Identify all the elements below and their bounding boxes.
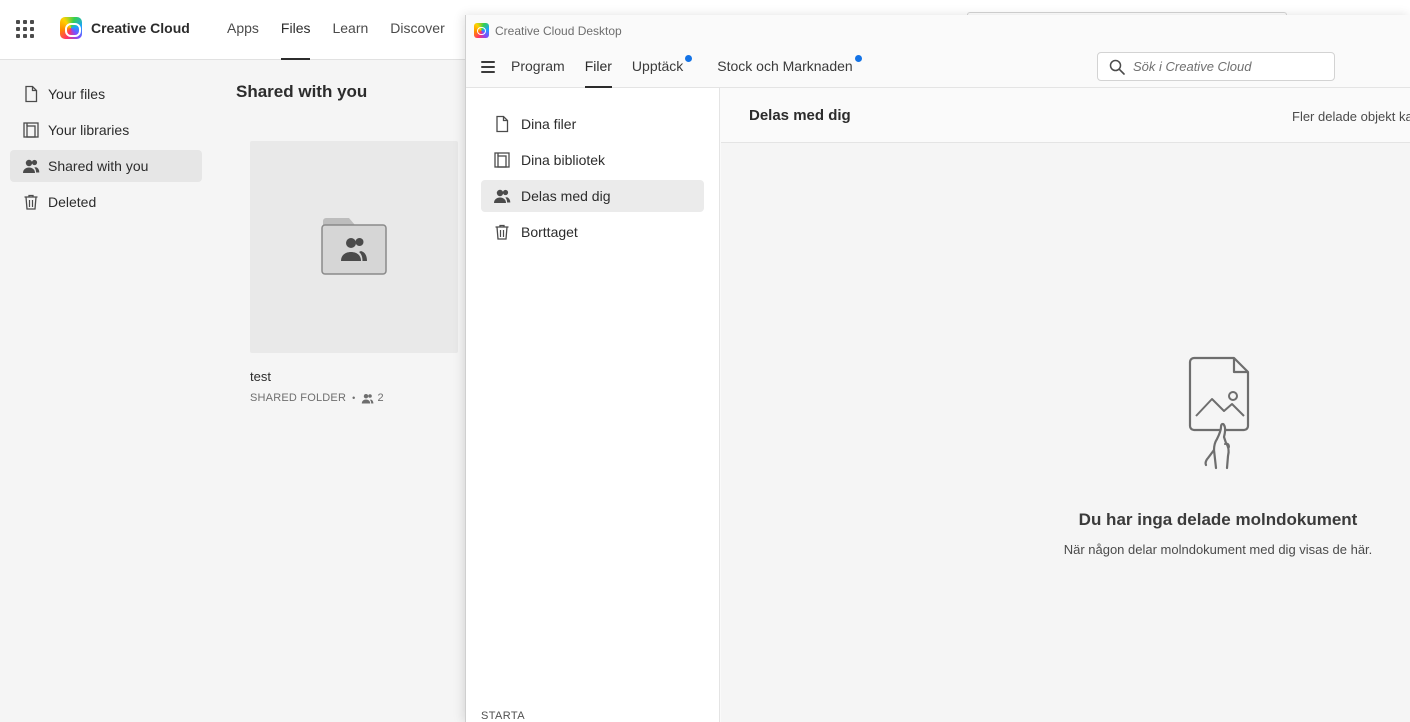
sidebar-item-dina-filer[interactable]: Dina filer [481, 108, 704, 140]
meta-separator: • [352, 393, 356, 403]
shared-folder-icon [321, 218, 387, 275]
web-sidebar-label: Shared with you [48, 158, 149, 174]
tab-label: Upptäck [631, 58, 684, 74]
tab-stock-och-marknaden[interactable]: Stock och Marknaden [717, 45, 862, 88]
search-icon [1109, 59, 1125, 75]
sidebar-section-starta: STARTA [481, 710, 525, 722]
notification-dot [854, 55, 862, 62]
desktop-tabs: Program Filer Upptäck Stock och Marknade… [511, 45, 887, 88]
search-input[interactable] [1133, 59, 1323, 74]
window-titlebar[interactable]: Creative Cloud Desktop [466, 15, 1410, 45]
web-sidebar-item-your-libraries[interactable]: Your libraries [10, 114, 202, 146]
tab-filer[interactable]: Filer [584, 45, 613, 88]
empty-state-subtitle: När någon delar molndokument med dig vis… [1063, 542, 1373, 557]
sidebar-item-dina-bibliotek[interactable]: Dina bibliotek [481, 144, 704, 176]
tab-label: Stock och Marknaden [717, 58, 853, 74]
trash-icon [22, 193, 40, 211]
nav-discover[interactable]: Discover [390, 0, 444, 60]
sidebar-label: Dina filer [521, 116, 577, 132]
sidebar-label: Delas med dig [521, 188, 611, 204]
sidebar-item-borttaget[interactable]: Borttaget [481, 216, 704, 248]
sidebar-item-delas-med-dig[interactable]: Delas med dig [481, 180, 704, 212]
nav-apps[interactable]: Apps [227, 0, 259, 60]
main-header: Delas med dig Fler delade objekt ka [721, 88, 1410, 143]
notification-dot [685, 55, 693, 62]
sidebar-label: Dina bibliotek [521, 152, 606, 168]
desktop-sidebar-list: Dina filer Dina bibliotek Delas med dig … [481, 108, 704, 252]
people-icon [22, 157, 40, 175]
tab-upptack[interactable]: Upptäck [631, 45, 693, 88]
desktop-sidebar: Dina filer Dina bibliotek Delas med dig … [466, 88, 720, 722]
member-count: 2 [377, 392, 384, 404]
members-icon [362, 393, 374, 403]
creative-cloud-desktop-window: Creative Cloud Desktop Program Filer Upp… [465, 15, 1410, 722]
web-sidebar-item-your-files[interactable]: Your files [10, 78, 202, 110]
web-nav: Apps Files Learn Discover S [227, 0, 498, 60]
web-sidebar-item-shared-with-you[interactable]: Shared with you [10, 150, 202, 182]
web-sidebar-label: Deleted [48, 194, 97, 210]
nav-learn[interactable]: Learn [332, 0, 368, 60]
desktop-main-panel: Delas med dig Fler delade objekt ka Du h… [721, 88, 1410, 722]
nav-files[interactable]: Files [280, 0, 310, 60]
hamburger-menu-icon[interactable] [481, 61, 495, 73]
web-sidebar-label: Your files [48, 86, 106, 102]
file-icon [22, 85, 40, 103]
people-icon [493, 187, 511, 205]
app-switcher-icon[interactable] [16, 20, 34, 38]
brand-name[interactable]: Creative Cloud [91, 20, 190, 36]
library-icon [493, 151, 511, 169]
sidebar-label: Borttaget [521, 224, 578, 240]
main-title: Delas med dig [749, 107, 851, 124]
window-title: Creative Cloud Desktop [495, 24, 622, 38]
file-icon [493, 115, 511, 133]
web-sidebar-label: Your libraries [48, 122, 130, 138]
empty-shared-documents-icon [1188, 356, 1250, 470]
web-sidebar-item-deleted[interactable]: Deleted [10, 186, 202, 218]
web-sidebar: Your files Your libraries Shared with yo… [10, 78, 202, 222]
folder-meta: SHARED FOLDER • 2 [250, 392, 384, 404]
tab-program[interactable]: Program [511, 45, 565, 88]
shared-folder-card[interactable] [250, 141, 458, 353]
folder-name[interactable]: test [250, 369, 271, 384]
folder-type-label: SHARED FOLDER [250, 392, 347, 404]
desktop-nav: Program Filer Upptäck Stock och Marknade… [466, 45, 1410, 88]
trash-icon [493, 223, 511, 241]
creative-cloud-logo-icon[interactable] [60, 17, 82, 39]
page-title: Shared with you [236, 82, 368, 101]
window-app-icon [474, 23, 489, 38]
library-icon [22, 121, 40, 139]
empty-state-title: Du har inga delade molndokument [1078, 510, 1358, 529]
search-box[interactable] [1097, 52, 1335, 81]
more-shared-items-link[interactable]: Fler delade objekt ka [1292, 109, 1410, 124]
